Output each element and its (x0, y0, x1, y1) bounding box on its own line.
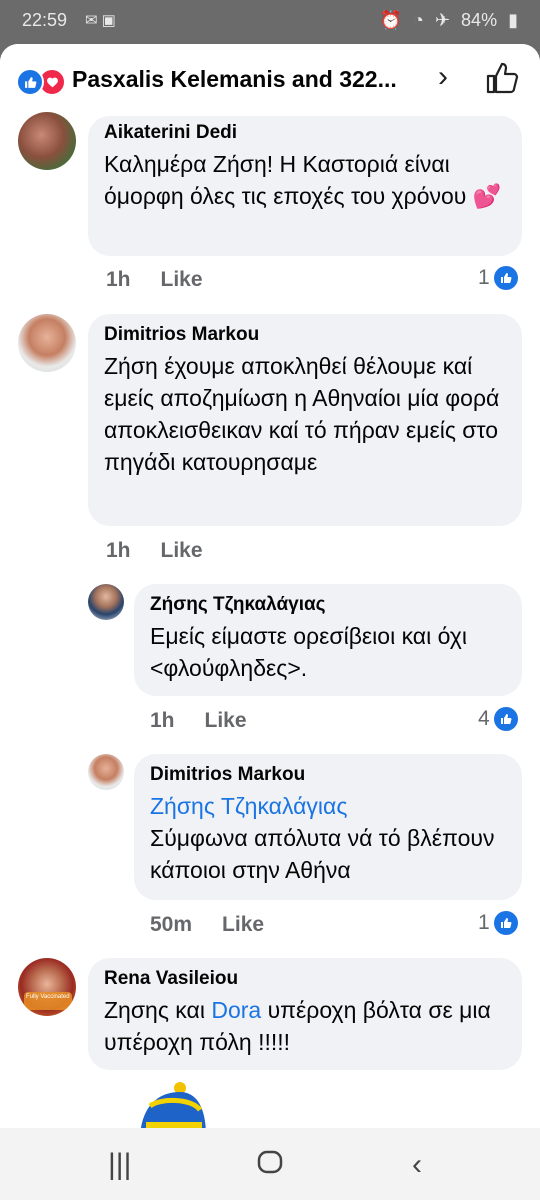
status-time: 22:59 (22, 10, 68, 30)
wifi-icon: ◔ (413, 10, 424, 30)
comment-time[interactable]: 50m (150, 913, 192, 936)
battery-percent: 84% (461, 10, 498, 30)
comment-bubble[interactable]: Rena Vasileiou Ζησης και Dora υπέροχη βό… (88, 958, 522, 1070)
back-icon[interactable]: ‹ (412, 1148, 422, 1182)
comment-time[interactable]: 1h (150, 709, 175, 732)
reaction-count[interactable]: 1 (478, 911, 518, 935)
reaction-summary (16, 68, 68, 96)
app-icon: ▣ (101, 12, 120, 29)
comment-author[interactable]: Ζήσης Τζηκαλάγιας (150, 594, 506, 616)
comment-bubble[interactable]: Dimitrios Markou Ζήση έχουμε αποκληθεί θ… (88, 314, 522, 526)
vaccinated-badge: Fully Vaccinated (24, 992, 72, 1010)
reaction-count[interactable]: 4 (478, 707, 518, 731)
mail-icon: ✉ (85, 12, 102, 29)
comment-meta: 50m Like (150, 913, 264, 937)
chevron-right-icon[interactable]: › (438, 60, 448, 94)
comment-time[interactable]: 1h (106, 539, 131, 562)
avatar[interactable] (18, 314, 76, 372)
comment-author[interactable]: Dimitrios Markou (150, 764, 506, 786)
avatar[interactable] (88, 584, 124, 620)
comment-author[interactable]: Dimitrios Markou (104, 324, 506, 346)
recent-apps-icon[interactable]: ||| (108, 1148, 131, 1182)
avatar[interactable] (18, 112, 76, 170)
like-action-button[interactable]: Like (222, 913, 264, 936)
comment-time[interactable]: 1h (106, 268, 131, 291)
comments-sheet: Pasxalis Kelemanis and 322... › Aikateri… (0, 44, 540, 1128)
system-nav-bar: ||| ‹ (0, 1128, 540, 1200)
comment-author[interactable]: Aikaterini Dedi (104, 122, 506, 144)
hearts-emoji: 💕 (472, 183, 502, 209)
like-reaction-icon (16, 68, 44, 96)
reactions-header[interactable]: Pasxalis Kelemanis and 322... › (0, 44, 540, 116)
battery-icon: ▮ (508, 10, 518, 30)
system-status: ⏰ ◔ ✈ 84% ▮ (374, 10, 518, 31)
comment-meta: 1h Like (106, 539, 203, 563)
like-reaction-icon (493, 266, 518, 290)
reaction-count[interactable]: 1 (478, 266, 518, 290)
mention-link[interactable]: Ζήσης Τζηκαλάγιας (150, 793, 347, 819)
comment-author[interactable]: Rena Vasileiou (104, 968, 506, 990)
comment-text: Ζήσης Τζηκαλάγιας Σύμφωνα απόλυτα νά τό … (150, 793, 495, 883)
comment-text: Εμείς είμαστε ορεσίβειοι και όχι <φλούφλ… (150, 623, 467, 681)
comment-meta: 1h Like (150, 709, 247, 733)
airplane-icon: ✈ (434, 10, 451, 30)
comment-text: Ζησης και Dora υπέροχη βόλτα σε μια υπέρ… (104, 997, 491, 1055)
status-bar: 22:59 ✉▣ ⏰ ◔ ✈ 84% ▮ (0, 0, 540, 40)
notification-icons: ✉▣ (85, 11, 120, 29)
reply-bubble[interactable]: Dimitrios Markou Ζήσης Τζηκαλάγιας Σύμφω… (134, 754, 522, 900)
alarm-icon: ⏰ (379, 10, 403, 30)
avatar[interactable]: Fully Vaccinated (18, 958, 76, 1016)
home-icon[interactable] (256, 1148, 284, 1184)
like-reaction-icon (493, 707, 518, 731)
sticker-image[interactable] (136, 1076, 208, 1128)
comment-meta: 1h Like (106, 268, 203, 292)
reactors-title[interactable]: Pasxalis Kelemanis and 322... (72, 66, 397, 93)
like-outline-icon[interactable] (482, 58, 522, 98)
avatar[interactable] (88, 754, 124, 790)
comment-text: Καλημέρα Ζήση! Η Καστοριά είναι όμορφη ό… (104, 151, 502, 209)
like-action-button[interactable]: Like (161, 539, 203, 562)
reply-bubble[interactable]: Ζήσης Τζηκαλάγιας Εμείς είμαστε ορεσίβει… (134, 584, 522, 696)
like-reaction-icon (493, 911, 518, 935)
comment-text: Ζήση έχουμε αποκληθεί θέλουμε καί εμείς … (104, 353, 500, 475)
like-action-button[interactable]: Like (161, 268, 203, 291)
like-action-button[interactable]: Like (205, 709, 247, 732)
mention-link[interactable]: Dora (211, 997, 261, 1023)
comment-bubble[interactable]: Aikaterini Dedi Καλημέρα Ζήση! Η Καστορι… (88, 116, 522, 256)
